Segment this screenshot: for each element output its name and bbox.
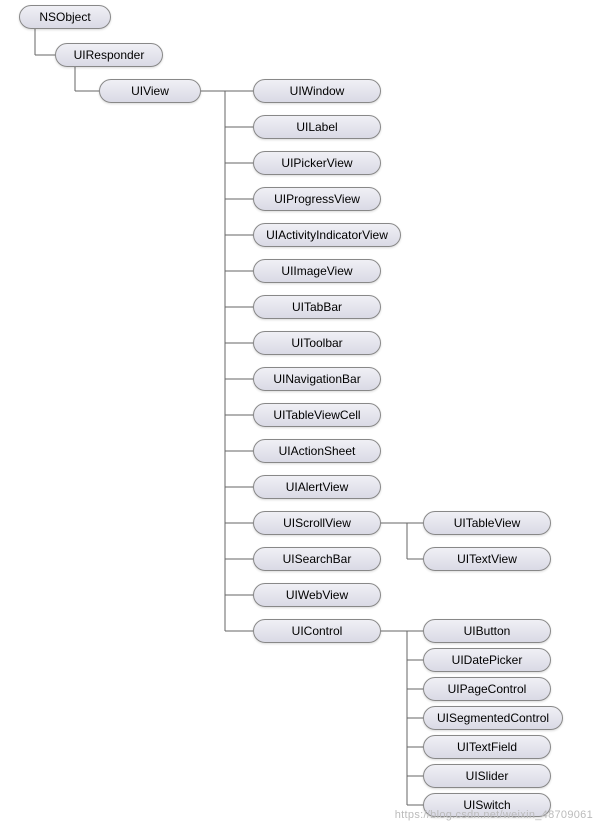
node-uiresponder: UIResponder	[55, 43, 163, 67]
node-uiactionsheet: UIActionSheet	[253, 439, 381, 463]
node-uiscrollview: UIScrollView	[253, 511, 381, 535]
node-nsobject: NSObject	[19, 5, 111, 29]
node-uitoolbar: UIToolbar	[253, 331, 381, 355]
node-uiprogressview: UIProgressView	[253, 187, 381, 211]
node-uiview: UIView	[99, 79, 201, 103]
node-uidatepicker: UIDatePicker	[423, 648, 551, 672]
node-uinavigationbar: UINavigationBar	[253, 367, 381, 391]
node-uitabbar: UITabBar	[253, 295, 381, 319]
node-uisegmentedcontrol: UISegmentedControl	[423, 706, 563, 730]
node-uialertview: UIAlertView	[253, 475, 381, 499]
node-uislider: UISlider	[423, 764, 551, 788]
node-uiactivityindicatorview: UIActivityIndicatorView	[253, 223, 401, 247]
node-uiimageview: UIImageView	[253, 259, 381, 283]
node-uipagecontrol: UIPageControl	[423, 677, 551, 701]
watermark-text: https://blog.csdn.net/weixin_48709061	[395, 809, 593, 821]
node-uipickerview: UIPickerView	[253, 151, 381, 175]
node-uitableviewcell: UITableViewCell	[253, 403, 381, 427]
node-uitableview: UITableView	[423, 511, 551, 535]
node-uitextview: UITextView	[423, 547, 551, 571]
node-uibutton: UIButton	[423, 619, 551, 643]
node-uilabel: UILabel	[253, 115, 381, 139]
node-uisearchbar: UISearchBar	[253, 547, 381, 571]
node-uiwindow: UIWindow	[253, 79, 381, 103]
node-uiwebview: UIWebView	[253, 583, 381, 607]
node-uicontrol: UIControl	[253, 619, 381, 643]
node-uitextfield: UITextField	[423, 735, 551, 759]
